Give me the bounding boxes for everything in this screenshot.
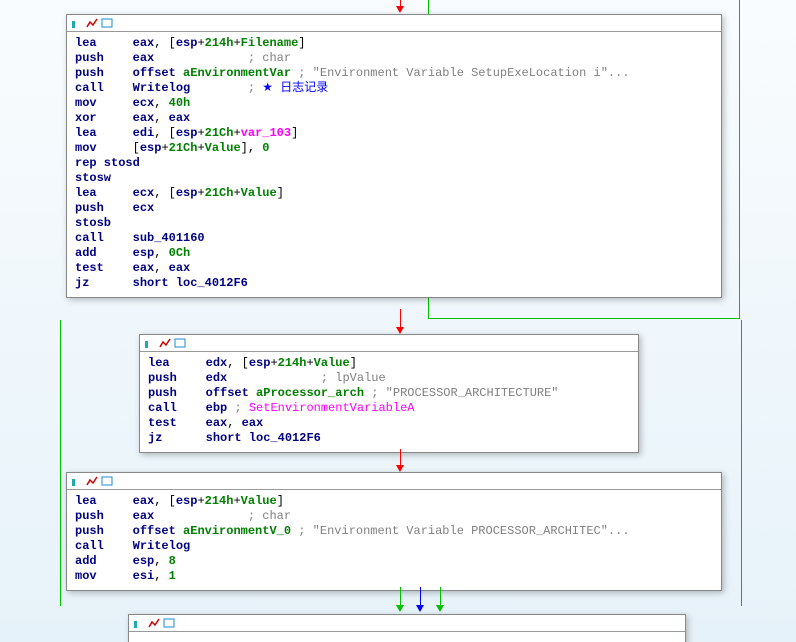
graph-icon (71, 475, 83, 487)
node-body: lea eax, [esp+214h+Filename] push eax ; … (67, 32, 721, 297)
graph-icon (133, 617, 145, 629)
text-icon (101, 17, 113, 29)
node-body: lea edx, [esp+214h+Value] push edx ; lpV… (140, 352, 638, 452)
node-header (129, 615, 685, 632)
edge-n2-fall-head (396, 465, 404, 472)
edge-bottom-green-r-head (436, 605, 444, 612)
node-header (67, 15, 721, 32)
bb-node-2[interactable]: lea edx, [esp+214h+Value] push edx ; lpV… (139, 334, 639, 453)
edge-n1-fall-head (396, 327, 404, 334)
edge-bottom-blue-head (416, 605, 424, 612)
chart-icon (86, 475, 98, 487)
bb-node-4[interactable] (128, 614, 686, 642)
node-body: lea eax, [esp+214h+Value] push eax ; cha… (67, 490, 721, 590)
chart-icon (159, 337, 171, 349)
edge-in-top-head (396, 6, 404, 13)
ida-graph-canvas[interactable]: lea eax, [esp+214h+Filename] push eax ; … (0, 0, 796, 642)
graph-icon (71, 17, 83, 29)
edge-bottom-green-l-head (396, 605, 404, 612)
text-icon (174, 337, 186, 349)
bb-node-3[interactable]: lea eax, [esp+214h+Value] push eax ; cha… (66, 472, 722, 591)
text-icon (163, 617, 175, 629)
bb-node-1[interactable]: lea eax, [esp+214h+Filename] push eax ; … (66, 14, 722, 298)
graph-icon (144, 337, 156, 349)
chart-icon (148, 617, 160, 629)
chart-icon (86, 17, 98, 29)
node-header (67, 473, 721, 490)
text-icon (101, 475, 113, 487)
node-header (140, 335, 638, 352)
